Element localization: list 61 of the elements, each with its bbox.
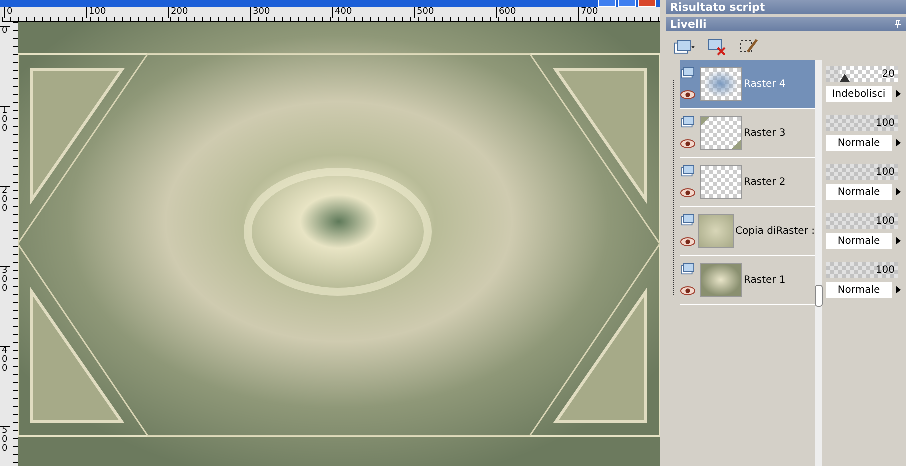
opacity-slider[interactable]: 100 [826,115,898,131]
opacity-slider[interactable]: 20 [826,66,898,82]
delete-layer-icon[interactable] [706,38,728,56]
eye-icon[interactable] [680,187,696,199]
layer-name: Raster 1 [744,274,786,286]
opacity-value: 100 [876,216,896,226]
layer-thumbnail [700,165,742,199]
layer-icon [680,263,696,275]
dropdown-arrow-icon[interactable] [894,236,902,246]
scrollbar[interactable] [815,60,822,466]
layer-thumbnail [700,263,742,297]
eye-icon[interactable] [680,285,696,297]
new-layer-icon[interactable] [674,38,696,56]
ruler-label: 400 [332,7,414,18]
opacity-value: 100 [876,264,896,276]
layer-icon [680,165,696,177]
pin-icon[interactable] [894,20,902,28]
blend-mode-dropdown[interactable]: Normale [826,282,892,298]
layer-row[interactable]: Raster 1 [680,256,815,305]
layer-row[interactable]: Raster 2 [680,158,815,207]
opacity-value: 100 [876,166,896,178]
dropdown-arrow-icon[interactable] [894,89,902,99]
ruler-label: 500 [414,7,496,18]
opacity-slider[interactable]: 100 [826,262,898,278]
dropdown-arrow-icon[interactable] [894,138,902,148]
dropdown-arrow-icon[interactable] [894,187,902,197]
layer-thumbnail [700,67,742,101]
layer-row[interactable]: Raster 3 [680,109,815,158]
layer-row[interactable]: Copia diRaster : [680,207,815,256]
layer-name: Raster 3 [744,128,786,138]
blend-mode-dropdown[interactable]: Indebolisci [826,86,892,102]
blend-mode-dropdown[interactable]: Normale [826,135,892,151]
layer-icon [680,116,696,128]
layer-icon [680,214,696,226]
layer-name: Copia diRaster : [736,226,815,236]
minimize-button[interactable] [598,0,616,7]
ruler-label: 100 [86,7,168,18]
ruler-label: 300 [250,7,332,18]
layer-thumbnail [700,116,742,150]
blend-mode-dropdown[interactable]: Normale [826,233,892,249]
eye-icon[interactable] [680,236,696,248]
layer-thumbnail [698,214,734,248]
ruler-label: 700 [578,7,660,18]
opacity-slider[interactable]: 100 [826,213,898,229]
close-button[interactable] [638,0,656,7]
opacity-slider[interactable]: 100 [826,164,898,180]
maximize-button[interactable] [618,0,636,7]
ruler-label: 0 [4,7,86,18]
dropdown-arrow-icon[interactable] [894,285,902,295]
layer-name: Raster 4 [744,78,786,90]
panel-title: Risultato script [670,0,766,14]
panel-title: Livelli [670,18,708,30]
ruler-label: 600 [496,7,578,18]
eye-icon[interactable] [680,89,696,101]
opacity-value: 20 [882,68,896,80]
eye-icon[interactable] [680,138,696,150]
ruler-label: 200 [168,7,250,18]
layer-icon [680,67,696,79]
layer-name: Raster 2 [744,176,786,188]
opacity-value: 100 [876,118,896,128]
blend-mode-dropdown[interactable]: Normale [826,184,892,200]
